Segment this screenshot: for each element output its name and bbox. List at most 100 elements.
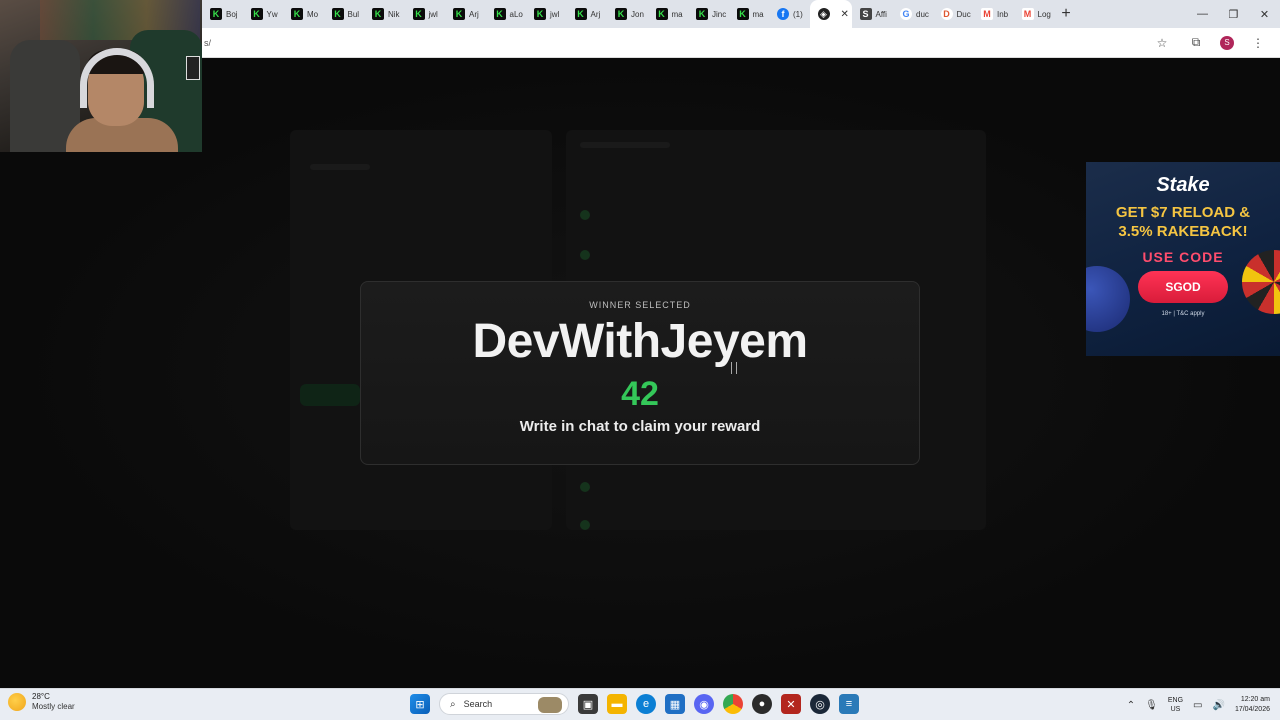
new-tab-button[interactable]: + (1054, 5, 1078, 23)
tab-label: Arj (590, 9, 601, 19)
browser-tab-strip: K Boj K Yw K Mo K Bul K Nik Kjwl K Arj KaLo Kjwl K Arj K J… (202, 0, 1280, 28)
extensions-icon[interactable]: ⧉ (1186, 33, 1206, 53)
file-explorer-icon[interactable]: ▬ (607, 694, 627, 714)
browser-tab[interactable]: K Jon (607, 0, 648, 28)
tab-label: Boj (226, 9, 238, 19)
language-indicator[interactable]: ENG US (1168, 696, 1183, 714)
ad-headline-line-2: 3.5% RAKEBACK! (1118, 223, 1248, 240)
start-icon[interactable]: ⊞ (410, 694, 430, 714)
browser-tab[interactable]: D Duc (933, 0, 974, 28)
tab-label: Jinc (712, 9, 727, 19)
search-highlight-icon (538, 697, 562, 713)
webcam-overlay (0, 0, 202, 152)
ad-ball-graphic (1086, 266, 1130, 332)
tab-label: Inb (997, 9, 1009, 19)
browser-tab[interactable]: K Arj (567, 0, 608, 28)
store-icon[interactable]: ▦ (665, 694, 685, 714)
notepad-icon[interactable]: ≡ (839, 694, 859, 714)
tab-favicon-icon: G (900, 8, 912, 20)
tab-label: Log (1037, 9, 1051, 19)
steam-icon[interactable]: ◎ (810, 694, 830, 714)
winner-modal: WINNER SELECTED DevWithJeyem 42 Write in… (360, 281, 920, 465)
tab-label: Nik (388, 9, 400, 19)
tab-favicon-icon: K (615, 8, 627, 20)
discord-icon[interactable]: ◉ (694, 694, 714, 714)
tab-favicon-icon: K (534, 8, 546, 20)
browser-tab[interactable]: f (1) (769, 0, 810, 28)
tab-list: K Boj K Yw K Mo K Bul K Nik Kjwl K Arj KaLo Kjwl K Arj K J… (202, 0, 1054, 28)
tab-label: Affi (875, 9, 887, 19)
task-view-icon[interactable]: ▣ (578, 694, 598, 714)
background-dot (580, 250, 590, 260)
chevron-up-icon[interactable]: ⌃ (1127, 700, 1135, 711)
system-clock[interactable]: 12:20 am 17/04/2026 (1235, 695, 1270, 715)
tab-favicon-icon: K (372, 8, 384, 20)
tab-favicon-icon: K (291, 8, 303, 20)
background-dot (580, 520, 590, 530)
address-bar-actions: ☆ ⧉ S ⋮ (1152, 33, 1280, 53)
browser-tab[interactable]: KaLo (486, 0, 527, 28)
tab-label: ma (752, 9, 764, 19)
tab-favicon-icon: M (1021, 8, 1034, 20)
tab-label: Arj (469, 9, 479, 19)
browser-tab[interactable]: K Yw (243, 0, 284, 28)
browser-tab[interactable]: K Jinc (688, 0, 729, 28)
browser-tab[interactable]: Gduc (892, 0, 933, 28)
stake-ad-banner[interactable]: Stake GET $7 RELOAD & 3.5% RAKEBACK! USE… (1086, 162, 1280, 356)
tab-favicon-icon: K (331, 8, 344, 20)
browser-tab[interactable]: Kma (648, 0, 689, 28)
address-bar: s/ ☆ ⧉ S ⋮ (202, 28, 1280, 58)
winner-name: DevWithJeyem (472, 315, 808, 368)
url-field[interactable]: s/ (202, 38, 1152, 48)
tab-close-icon[interactable]: ✕ (841, 9, 849, 20)
tab-active[interactable]: ◈ ✕ (809, 0, 852, 28)
bookmark-star-icon[interactable]: ☆ (1152, 33, 1172, 53)
text-cursor-icon (731, 362, 737, 374)
profile-avatar[interactable]: S (1220, 35, 1234, 50)
browser-tab[interactable]: S Affi (852, 0, 893, 28)
system-tray: ⌃ 🎙 ENG US ▭ 🔊 12:20 am 17/04/2026 (1127, 689, 1280, 720)
browser-tab[interactable]: K Mo (283, 0, 324, 28)
browser-tab[interactable]: M Inb (973, 0, 1014, 28)
tab-favicon-icon: K (493, 8, 506, 20)
browser-tab[interactable]: Kma (729, 0, 770, 28)
taskbar-search[interactable]: ⌕ Search (439, 693, 569, 715)
screen: K Boj K Yw K Mo K Bul K Nik Kjwl K Arj KaLo Kjwl K Arj K J… (0, 0, 1280, 720)
browser-tab[interactable]: K Boj (202, 0, 243, 28)
tab-label: Mo (307, 9, 319, 19)
tab-label: ma (671, 9, 683, 19)
browser-tab[interactable]: K Nik (364, 0, 405, 28)
tab-label: jwl (550, 9, 560, 19)
tab-favicon-icon: K (412, 8, 425, 20)
background-line (580, 142, 670, 148)
browser-tab[interactable]: M Log (1014, 0, 1055, 28)
ad-brand-logo: Stake (1156, 174, 1210, 196)
weather-widget[interactable]: 28°C Mostly clear (8, 692, 75, 712)
volume-icon[interactable]: 🔊 (1213, 700, 1225, 711)
ad-code-button[interactable]: SGOD (1138, 271, 1228, 303)
tab-label: Duc (956, 9, 971, 19)
clock-time: 12:20 am (1240, 696, 1270, 703)
edge-icon[interactable]: e (636, 694, 656, 714)
weather-condition: Mostly clear (32, 702, 75, 711)
close-window-icon[interactable]: ✕ (1249, 0, 1280, 28)
obs-icon[interactable]: ● (752, 694, 772, 714)
browser-tab[interactable]: Kjwl (526, 0, 567, 28)
taskbar-search-placeholder: Search (463, 699, 493, 709)
browser-tab[interactable]: K Arj (445, 0, 486, 28)
chrome-icon[interactable] (723, 694, 743, 714)
browser-menu-icon[interactable]: ⋮ (1248, 33, 1268, 53)
tab-label: Jon (631, 9, 644, 19)
background-dot (580, 482, 590, 492)
dota-icon[interactable]: ✕ (781, 694, 801, 714)
tab-favicon-icon: S (859, 8, 872, 20)
display-icon[interactable]: ▭ (1193, 700, 1202, 711)
restore-icon[interactable]: ❐ (1218, 0, 1249, 28)
weather-temperature: 28°C (32, 692, 50, 701)
microphone-icon[interactable]: 🎙 (1145, 700, 1158, 711)
browser-tab[interactable]: Kjwl (405, 0, 446, 28)
tab-label: aLo (509, 9, 523, 19)
minimize-icon[interactable]: — (1187, 0, 1218, 28)
browser-tab[interactable]: K Bul (324, 0, 365, 28)
language-code: ENG (1167, 697, 1184, 704)
